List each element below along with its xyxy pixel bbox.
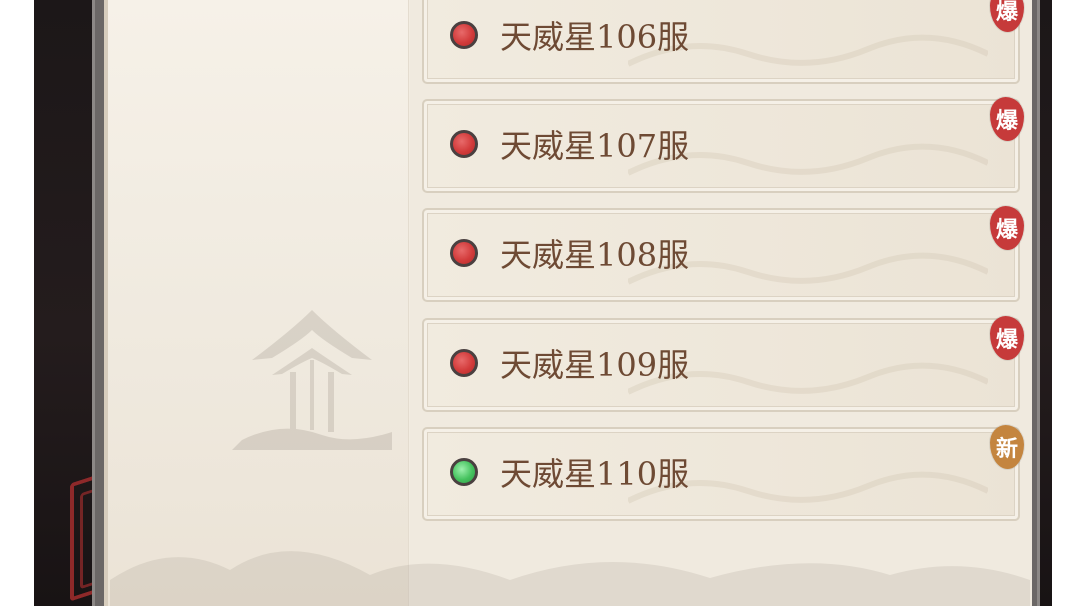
server-item-110[interactable]: 天威星110服 新 [422, 425, 1024, 521]
server-item-106[interactable]: 天威星106服 爆 [422, 0, 1024, 84]
server-name: 天威星109服 [500, 346, 690, 384]
hot-badge: 爆 [990, 206, 1024, 250]
hot-badge: 爆 [990, 0, 1024, 32]
new-badge: 新 [990, 425, 1024, 469]
status-dot-icon [450, 349, 478, 377]
server-name: 天威星107服 [500, 127, 690, 165]
status-dot-icon [450, 21, 478, 49]
status-dot-icon [450, 130, 478, 158]
server-item-109[interactable]: 天威星109服 爆 [422, 316, 1024, 412]
server-list: 天威星106服 爆 天威星107服 爆 天威星108服 爆 天威星109服 爆 … [0, 0, 1080, 606]
server-item-108[interactable]: 天威星108服 爆 [422, 206, 1024, 302]
status-dot-icon [450, 458, 478, 486]
status-dot-icon [450, 239, 478, 267]
server-name: 天威星108服 [500, 236, 690, 274]
server-name: 天威星110服 [500, 455, 690, 493]
server-name: 天威星106服 [500, 18, 690, 56]
hot-badge: 爆 [990, 97, 1024, 141]
server-item-107[interactable]: 天威星107服 爆 [422, 97, 1024, 193]
hot-badge: 爆 [990, 316, 1024, 360]
